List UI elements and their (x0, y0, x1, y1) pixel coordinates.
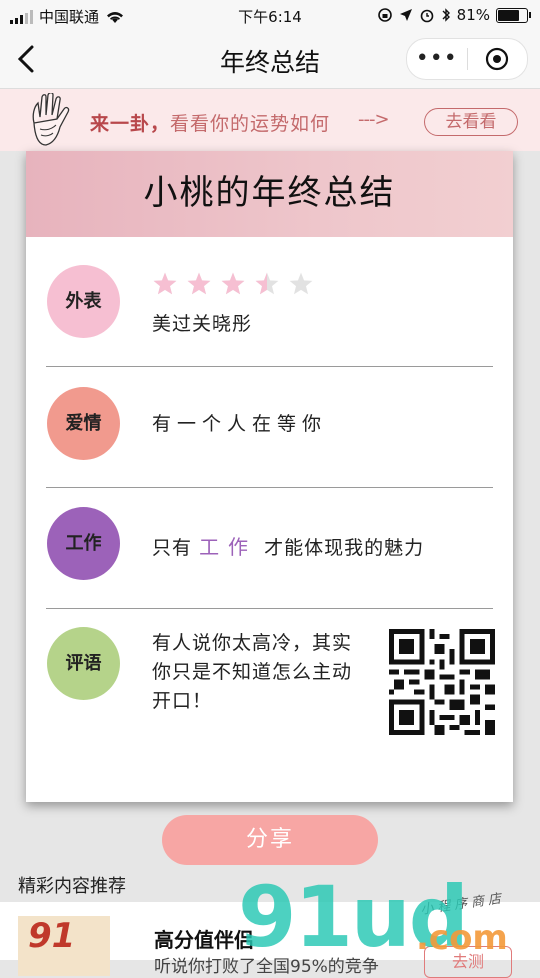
go-see-button[interactable]: 去看看 (424, 108, 518, 136)
work-text-after: 才能体现我的魅力 (264, 537, 425, 559)
love-text: 有一个人在等你 (152, 413, 328, 435)
work-text: 只有 工作 才能体现我的魅力 (152, 531, 424, 560)
looks-text: 美过关晓彤 (152, 313, 253, 335)
badge-work: 工作 (47, 507, 120, 580)
badge-love: 爱情 (47, 387, 120, 460)
badge-comment: 评语 (47, 627, 120, 700)
close-button[interactable] (468, 47, 528, 71)
recommend-title: 精彩内容推荐 (18, 876, 126, 897)
banner-message: 看看你的运势如何 (170, 113, 331, 135)
rating-stars (152, 271, 314, 297)
comment-line-2: 你只是不知道怎么主动 (152, 661, 353, 683)
close-target-icon (486, 47, 509, 71)
more-button[interactable]: ••• (407, 39, 467, 79)
status-bar: 中国联通 下午6:14 81% (0, 0, 540, 30)
star-icon (153, 272, 177, 295)
row-divider (46, 608, 493, 609)
mini-program-capsule: ••• (406, 38, 528, 80)
palm-icon (32, 93, 70, 146)
card-title: 小桃的年终总结 (143, 173, 396, 213)
banner-lead: 来一卦， (90, 113, 171, 135)
battery-percent: 81% (456, 6, 490, 24)
comment-line-3: 开口！ (152, 690, 213, 712)
battery-icon (496, 7, 531, 23)
recommend-thumbnail: 91 (18, 916, 110, 976)
work-text-before: 只有 (152, 537, 193, 559)
alarm-icon (420, 9, 433, 23)
status-right: 81% (377, 6, 531, 24)
qr-code[interactable] (389, 629, 495, 735)
watermark-domain: .com (416, 918, 508, 958)
card-header: 小桃的年终总结 (26, 151, 513, 237)
nav-bar: 年终总结 ••• (0, 30, 540, 89)
fortune-banner[interactable]: 来一卦，看看你的运势如何 ---> 去看看 (0, 89, 540, 151)
star-icon (255, 272, 279, 295)
banner-text: 来一卦，看看你的运势如何 (90, 109, 330, 136)
bluetooth-icon (442, 8, 450, 22)
star-icon (221, 272, 245, 295)
row-divider (46, 487, 493, 488)
location-icon (399, 9, 412, 21)
banner-arrow: ---> (358, 109, 390, 130)
battery-fill (498, 9, 519, 21)
comment-text: 有人说你太高冷，其实 你只是不知道怎么主动 开口！ (152, 629, 352, 716)
rotation-lock-icon (377, 8, 392, 22)
star-icon (289, 272, 313, 295)
star-icon (187, 272, 211, 295)
row-divider (46, 366, 493, 367)
work-accent: 工作 (199, 535, 258, 559)
comment-line-1: 有人说你太高冷，其实 (152, 632, 353, 654)
badge-looks: 外表 (47, 265, 120, 338)
summary-card: 小桃的年终总结 外表 美过关晓彤 爱情 有一个人在等你 工作 只有 工作 才能体… (26, 151, 513, 802)
share-button[interactable]: 分享 (162, 815, 378, 865)
